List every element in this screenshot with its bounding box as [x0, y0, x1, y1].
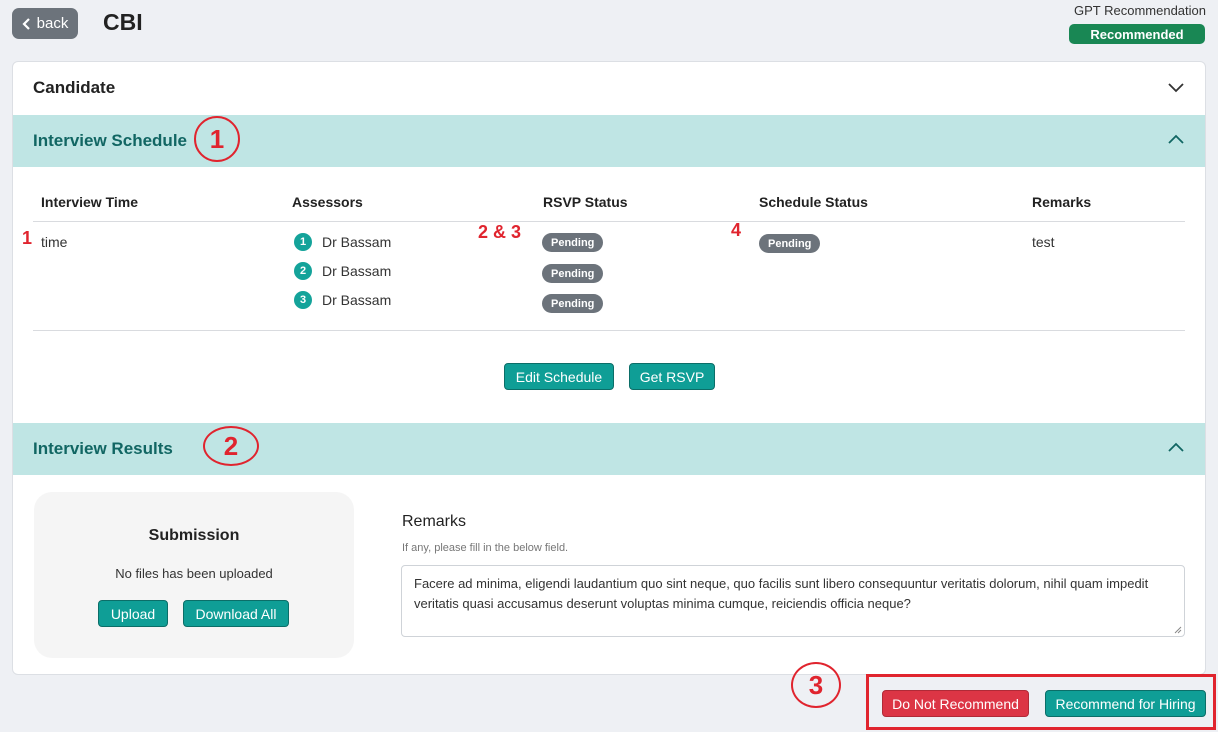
rsvp-status-badge: Pending [542, 294, 604, 313]
annotation-circle-3: 3 [791, 662, 841, 708]
annotation-marker-rsvp: 2 & 3 [478, 222, 522, 242]
accordion-candidate-label: Candidate [33, 78, 116, 97]
upload-button[interactable]: Upload [98, 600, 168, 627]
cell-interview-time: time [41, 234, 68, 250]
gpt-recommendation-badge: Recommended [1069, 24, 1205, 44]
edit-schedule-button[interactable]: Edit Schedule [504, 363, 614, 390]
assessor-number-badge: 2 [294, 262, 312, 280]
rsvp-status-badge: Pending [542, 264, 604, 283]
chevron-down-icon [1168, 83, 1184, 93]
submission-panel: Submission No files has been uploaded Up… [34, 492, 354, 658]
schedule-status-badge: Pending [759, 234, 821, 253]
assessor-name: Dr Bassam [322, 263, 392, 279]
remarks-textarea-value: Facere ad minima, eligendi laudantium qu… [414, 576, 1149, 611]
col-remarks: Remarks [1032, 194, 1092, 210]
col-schedule-status: Schedule Status [759, 194, 868, 210]
get-rsvp-button[interactable]: Get RSVP [629, 363, 715, 390]
back-label: back [36, 15, 69, 32]
accordion-schedule-label: Interview Schedule [33, 131, 187, 150]
col-rsvp-status: RSVP Status [543, 194, 628, 210]
chevron-left-icon [22, 17, 30, 30]
cell-remarks: test [1032, 234, 1055, 250]
assessor-number-badge: 1 [294, 233, 312, 251]
assessor-name: Dr Bassam [322, 234, 392, 250]
remarks-title: Remarks [402, 513, 467, 530]
page-title: CBI [103, 9, 143, 35]
annotation-circle-2: 2 [203, 426, 259, 466]
main-card: Candidate Interview Schedule Interview T… [12, 61, 1206, 675]
col-interview-time: Interview Time [41, 194, 139, 210]
submission-title: Submission [148, 527, 240, 544]
annotation-highlight-box [866, 674, 1216, 730]
col-assessors: Assessors [292, 194, 363, 210]
table-row-divider [33, 330, 1185, 331]
rsvp-status-badge: Pending [542, 233, 604, 252]
chevron-up-icon [1168, 442, 1184, 452]
submission-status-text: No files has been uploaded [115, 566, 273, 581]
back-button[interactable]: back [12, 8, 78, 39]
gpt-recommendation-label: GPT Recommendation [1074, 3, 1206, 18]
accordion-candidate[interactable]: Candidate [13, 62, 1205, 114]
annotation-marker-status: 4 [731, 220, 742, 240]
table-header-divider [33, 221, 1185, 222]
assessor-name: Dr Bassam [322, 292, 392, 308]
remarks-textarea[interactable]: Facere ad minima, eligendi laudantium qu… [401, 565, 1185, 637]
download-all-button[interactable]: Download All [183, 600, 289, 627]
remarks-hint: If any, please fill in the below field. [402, 542, 569, 554]
accordion-interview-results[interactable]: Interview Results [13, 423, 1205, 475]
accordion-interview-schedule[interactable]: Interview Schedule [13, 115, 1205, 167]
annotation-marker-row: 1 [22, 228, 33, 248]
annotation-circle-1: 1 [194, 116, 240, 162]
chevron-up-icon [1168, 134, 1184, 144]
accordion-results-label: Interview Results [33, 439, 173, 458]
resize-grip-icon[interactable] [1174, 626, 1182, 634]
assessor-number-badge: 3 [294, 291, 312, 309]
